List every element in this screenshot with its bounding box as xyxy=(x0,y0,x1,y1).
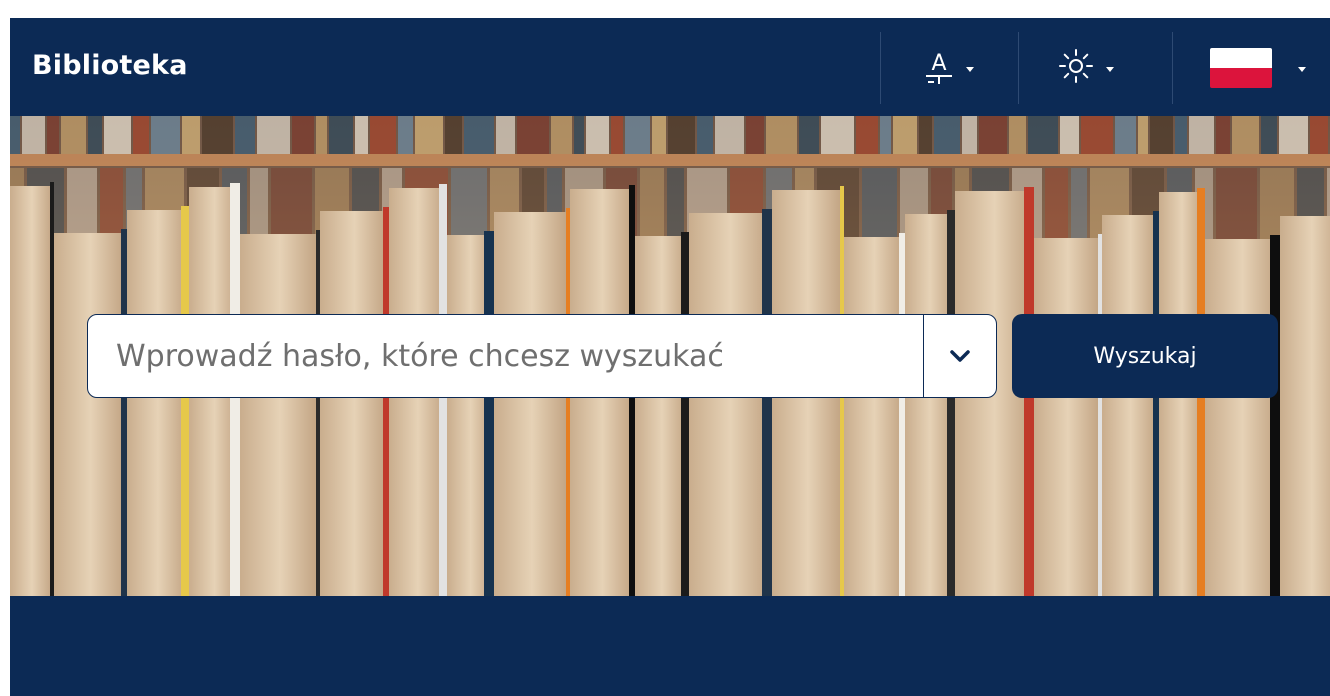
font-size-button[interactable]: A xyxy=(922,40,974,96)
search-button[interactable]: Wyszukaj xyxy=(1012,314,1278,398)
search-input[interactable] xyxy=(88,315,923,397)
search-box xyxy=(87,314,997,398)
chevron-down-icon xyxy=(1298,66,1306,72)
chevron-down-icon xyxy=(1106,66,1114,72)
svg-text:A: A xyxy=(931,51,946,76)
navbar-divider xyxy=(1018,32,1019,104)
chevron-down-icon xyxy=(950,350,970,362)
sun-icon xyxy=(1056,46,1096,91)
site-title[interactable]: Biblioteka xyxy=(32,50,188,81)
search-options-dropdown[interactable] xyxy=(923,315,996,397)
chevron-down-icon xyxy=(966,66,974,72)
bottom-band xyxy=(10,596,1330,696)
poland-flag-icon xyxy=(1210,48,1272,88)
theme-button[interactable] xyxy=(1056,40,1114,96)
font-size-icon: A xyxy=(922,46,956,91)
top-navbar: Biblioteka A xyxy=(10,18,1330,116)
navbar-divider xyxy=(1172,32,1173,104)
page: Biblioteka A Wprowadź hasło, które chces… xyxy=(0,0,1330,696)
language-button[interactable] xyxy=(1210,40,1306,96)
navbar-divider xyxy=(880,32,881,104)
